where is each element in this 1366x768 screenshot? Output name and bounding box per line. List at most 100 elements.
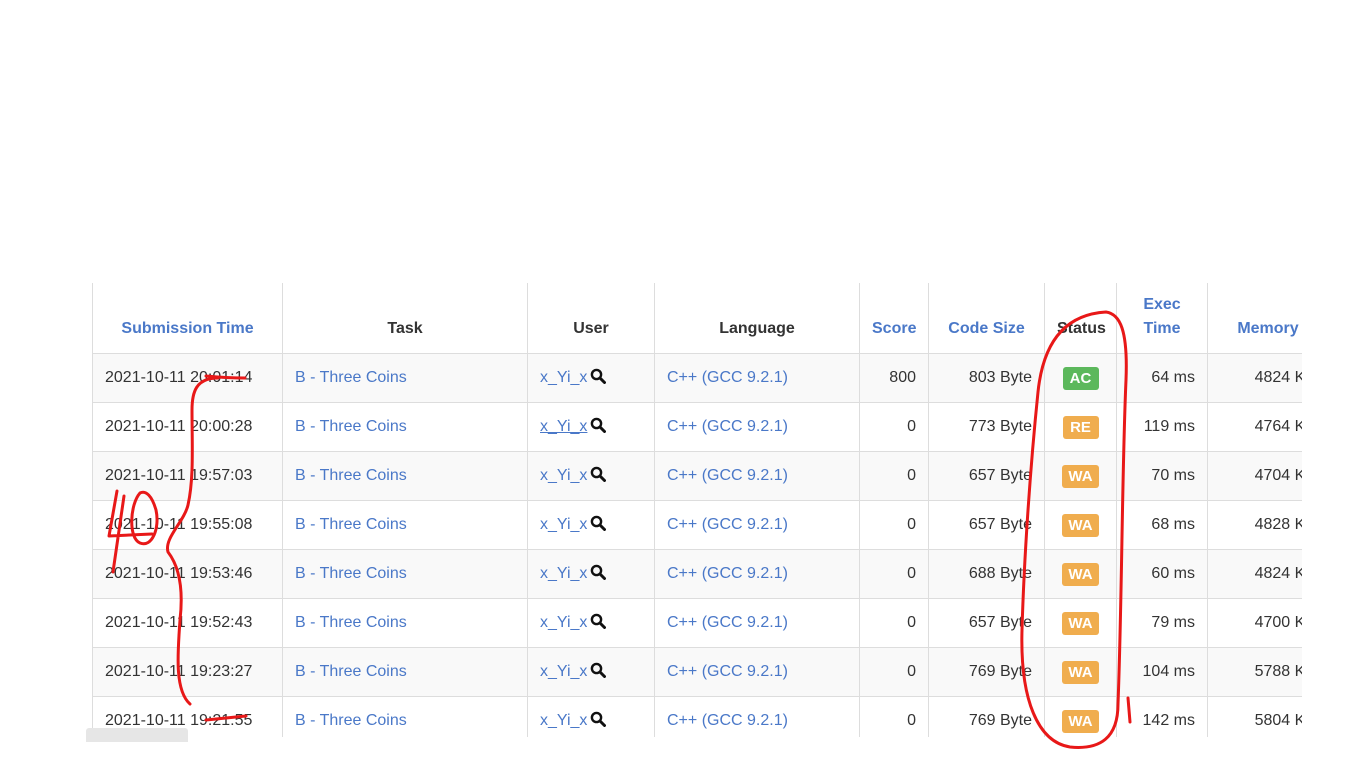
task-link[interactable]: B - Three Coins xyxy=(295,565,407,582)
task-link[interactable]: B - Three Coins xyxy=(295,467,407,484)
status-badge[interactable]: WA xyxy=(1062,562,1099,586)
language-cell: C++ (GCC 9.2.1) xyxy=(654,647,860,697)
magnifier-icon[interactable] xyxy=(590,368,607,389)
score-cell: 0 xyxy=(859,647,929,697)
status-badge[interactable]: AC xyxy=(1062,366,1099,390)
table-row: 2021-10-11 19:53:46 B - Three Coins x_Yi_x… xyxy=(92,549,1302,599)
header-exec-time[interactable]: Exec Time xyxy=(1116,283,1208,354)
status-cell: WA xyxy=(1044,549,1117,599)
user-link[interactable]: x_Yi_x xyxy=(540,663,587,680)
magnifier-icon[interactable] xyxy=(590,613,607,634)
user-link[interactable]: x_Yi_x xyxy=(540,516,587,533)
language-link[interactable]: C++ (GCC 9.2.1) xyxy=(667,663,788,680)
status-badge[interactable]: WA xyxy=(1062,660,1099,684)
header-submission-time[interactable]: Submission Time xyxy=(92,283,283,354)
table-row: 2021-10-11 19:55:08 B - Three Coins x_Yi_x… xyxy=(92,500,1302,550)
user-link[interactable]: x_Yi_x xyxy=(540,712,587,729)
status-badge[interactable]: WA xyxy=(1062,513,1099,537)
language-link[interactable]: C++ (GCC 9.2.1) xyxy=(667,516,788,533)
user-cell: x_Yi_x xyxy=(527,353,655,403)
user-cell: x_Yi_x xyxy=(527,696,655,737)
user-link[interactable]: x_Yi_x xyxy=(540,565,587,582)
task-link[interactable]: B - Three Coins xyxy=(295,663,407,680)
header-memory[interactable]: Memory xyxy=(1207,283,1302,354)
submission-time-cell: 2021-10-11 19:53:46 xyxy=(92,549,283,599)
status-cell: WA xyxy=(1044,598,1117,648)
code-size-cell: 773 Byte xyxy=(928,402,1045,452)
exec-time-cell: 119 ms xyxy=(1116,402,1208,452)
status-badge[interactable]: WA xyxy=(1062,709,1099,733)
score-cell: 0 xyxy=(859,598,929,648)
submission-time-cell: 2021-10-11 19:23:27 xyxy=(92,647,283,697)
header-code-size[interactable]: Code Size xyxy=(928,283,1045,354)
task-cell: B - Three Coins xyxy=(282,451,528,501)
user-link[interactable]: x_Yi_x xyxy=(540,467,587,484)
user-link[interactable]: x_Yi_x xyxy=(540,418,587,435)
language-cell: C++ (GCC 9.2.1) xyxy=(654,402,860,452)
memory-cell: 4700 KB xyxy=(1207,598,1302,648)
user-cell: x_Yi_x xyxy=(527,647,655,697)
language-link[interactable]: C++ (GCC 9.2.1) xyxy=(667,467,788,484)
submissions-table: Submission Time Task User Language Score… xyxy=(92,283,1302,737)
table-row: 2021-10-11 20:01:14 B - Three Coins x_Yi_x… xyxy=(92,353,1302,403)
code-size-cell: 769 Byte xyxy=(928,696,1045,737)
magnifier-icon[interactable] xyxy=(590,466,607,487)
submissions-table-container: Submission Time Task User Language Score… xyxy=(92,283,1302,737)
exec-time-cell: 64 ms xyxy=(1116,353,1208,403)
header-user: User xyxy=(527,283,655,354)
table-body: 2021-10-11 20:01:14 B - Three Coins x_Yi_x… xyxy=(92,353,1302,737)
status-badge[interactable]: WA xyxy=(1062,464,1099,488)
task-cell: B - Three Coins xyxy=(282,500,528,550)
user-cell: x_Yi_x xyxy=(527,402,655,452)
code-size-cell: 657 Byte xyxy=(928,500,1045,550)
horizontal-scrollbar[interactable] xyxy=(86,728,188,742)
language-link[interactable]: C++ (GCC 9.2.1) xyxy=(667,614,788,631)
score-cell: 800 xyxy=(859,353,929,403)
memory-cell: 4764 KB xyxy=(1207,402,1302,452)
submission-time-cell: 2021-10-11 19:52:43 xyxy=(92,598,283,648)
magnifier-icon[interactable] xyxy=(590,711,607,732)
task-link[interactable]: B - Three Coins xyxy=(295,418,407,435)
magnifier-icon[interactable] xyxy=(590,564,607,585)
status-cell: WA xyxy=(1044,500,1117,550)
language-link[interactable]: C++ (GCC 9.2.1) xyxy=(667,712,788,729)
submission-time-cell: 2021-10-11 19:55:08 xyxy=(92,500,283,550)
memory-cell: 4828 KB xyxy=(1207,500,1302,550)
task-link[interactable]: B - Three Coins xyxy=(295,516,407,533)
status-cell: WA xyxy=(1044,647,1117,697)
memory-cell: 5804 KB xyxy=(1207,696,1302,737)
exec-time-cell: 70 ms xyxy=(1116,451,1208,501)
task-link[interactable]: B - Three Coins xyxy=(295,369,407,386)
language-link[interactable]: C++ (GCC 9.2.1) xyxy=(667,418,788,435)
language-cell: C++ (GCC 9.2.1) xyxy=(654,500,860,550)
magnifier-icon[interactable] xyxy=(590,662,607,683)
code-size-cell: 657 Byte xyxy=(928,598,1045,648)
submission-time-cell: 2021-10-11 20:01:14 xyxy=(92,353,283,403)
task-cell: B - Three Coins xyxy=(282,549,528,599)
status-badge[interactable]: RE xyxy=(1062,415,1099,439)
table-row: 2021-10-11 19:23:27 B - Three Coins x_Yi_x… xyxy=(92,647,1302,697)
header-score[interactable]: Score xyxy=(859,283,929,354)
task-link[interactable]: B - Three Coins xyxy=(295,712,407,729)
magnifier-icon[interactable] xyxy=(590,417,607,438)
memory-cell: 4824 KB xyxy=(1207,549,1302,599)
exec-time-cell: 79 ms xyxy=(1116,598,1208,648)
magnifier-icon[interactable] xyxy=(590,515,607,536)
table-row: 2021-10-11 19:21:55 B - Three Coins x_Yi_x… xyxy=(92,696,1302,737)
task-link[interactable]: B - Three Coins xyxy=(295,614,407,631)
submission-time-cell: 2021-10-11 20:00:28 xyxy=(92,402,283,452)
status-badge[interactable]: WA xyxy=(1062,611,1099,635)
user-link[interactable]: x_Yi_x xyxy=(540,614,587,631)
score-cell: 0 xyxy=(859,549,929,599)
memory-cell: 5788 KB xyxy=(1207,647,1302,697)
table-row: 2021-10-11 19:57:03 B - Three Coins x_Yi_x… xyxy=(92,451,1302,501)
language-link[interactable]: C++ (GCC 9.2.1) xyxy=(667,369,788,386)
language-link[interactable]: C++ (GCC 9.2.1) xyxy=(667,565,788,582)
header-status: Status xyxy=(1044,283,1117,354)
language-cell: C++ (GCC 9.2.1) xyxy=(654,598,860,648)
task-cell: B - Three Coins xyxy=(282,696,528,737)
code-size-cell: 769 Byte xyxy=(928,647,1045,697)
user-cell: x_Yi_x xyxy=(527,549,655,599)
code-size-cell: 688 Byte xyxy=(928,549,1045,599)
user-link[interactable]: x_Yi_x xyxy=(540,369,587,386)
